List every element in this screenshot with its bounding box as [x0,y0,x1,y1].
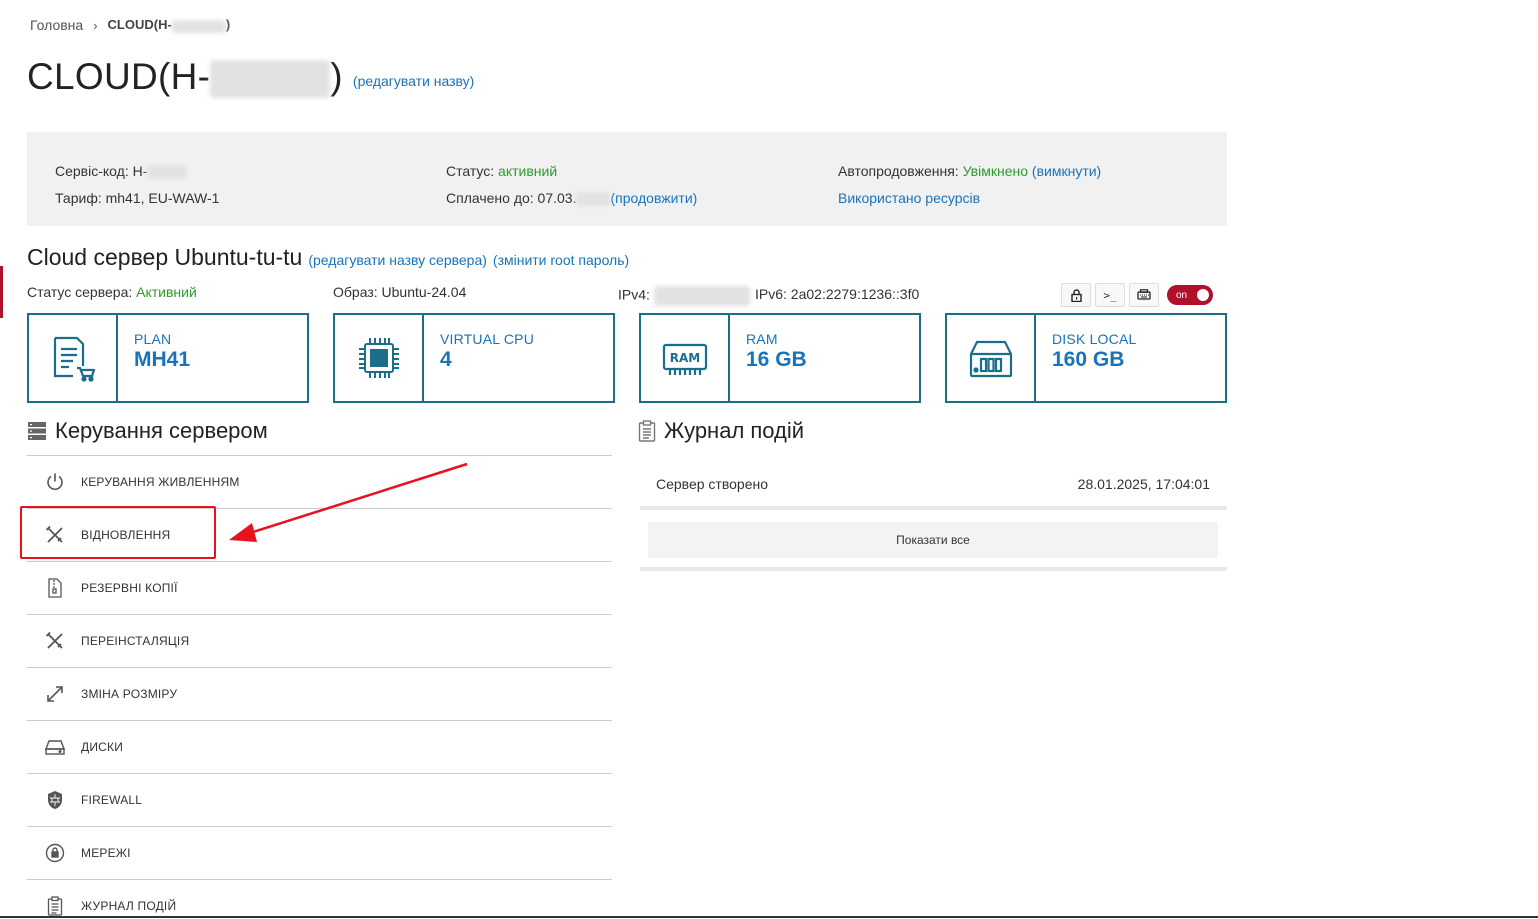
breadcrumb-home[interactable]: Головна [30,17,83,33]
redacted-id [210,60,331,99]
card-label: RAM [746,331,778,347]
menu-label: ЖУРНАЛ ПОДІЙ [81,899,177,913]
card-value: 4 [440,348,452,371]
drive-icon [45,737,65,757]
window-bottom-border [0,916,1538,918]
resource-cards: PLAN MH41 VIRTUAL CPU 4 RAM RAM 16 GB DISK … [27,313,1227,403]
menu-label: ПЕРЕІНСТАЛЯЦІЯ [81,634,190,648]
service-status: Статус: активний [446,163,558,179]
lock-icon [1070,288,1082,302]
card-cpu: VIRTUAL CPU 4 [333,313,615,403]
menu-resize[interactable]: ЗМІНА РОЗМІРУ [27,668,612,721]
ipv4: IPv4: [618,286,750,306]
card-value: 160 GB [1052,348,1125,371]
menu-label: FIREWALL [81,793,143,807]
server-image: Образ: Ubuntu-24.04 [333,284,467,300]
cpu-icon [335,315,424,401]
plan-icon [29,315,118,401]
menu-label: КЕРУВАННЯ ЖИВЛЕННЯМ [81,475,240,489]
server-title: Cloud сервер Ubuntu-tu-tu (редагувати на… [27,244,629,271]
divider [640,567,1227,571]
power-toggle-label: on [1176,289,1188,301]
service-info-panel: Сервіс-код: H- Тариф: mh41, EU-WAW-1 Ста… [27,132,1227,226]
menu-label: ДИСКИ [81,740,124,754]
chevron-right-icon: › [93,17,98,33]
event-row: Сервер створено 28.01.2025, 17:04:01 [640,462,1227,510]
change-root-password-link[interactable]: (змінити root пароль) [493,252,629,268]
menu-reinstall[interactable]: ПЕРЕІНСТАЛЯЦІЯ [27,615,612,668]
clipboard-icon [45,896,65,916]
card-value: 16 GB [746,348,807,371]
disable-autorenew-link[interactable]: (вимкнути) [1032,163,1101,179]
redacted-id [147,165,188,180]
resize-icon [45,684,65,704]
service-code: Сервіс-код: H- [55,158,219,185]
page-title-text: CLOUD(H-) [27,56,343,99]
power-toggle[interactable]: on [1167,285,1213,305]
tools-icon [45,631,65,651]
redacted-id [171,19,226,33]
console-button[interactable]: >_ [1095,283,1125,307]
service-info-col-2: Статус: активний Сплачено до: 07.03. (про… [446,158,697,212]
breadcrumb-current: CLOUD(H-) [107,17,231,33]
shield-icon [45,790,65,810]
left-accent-bar [0,266,3,318]
ipv6: IPv6: 2a02:2279:1236::3f0 [755,286,920,302]
tariff: Тариф: mh41, EU-WAW-1 [55,190,220,206]
menu-label: МЕРЕЖІ [81,846,131,860]
events-title: Журнал подій [664,418,805,443]
autorenew: Автопродовження: Увімкнено (вимкнути) [838,163,1102,179]
management-title: Керування сервером [55,418,268,443]
server-status: Статус сервера: Активний [27,284,197,300]
server-tools: >_ on [1061,283,1213,307]
annotation-highlight-box [20,506,216,559]
menu-disks[interactable]: ДИСКИ [27,721,612,774]
card-label: DISK LOCAL [1052,331,1137,347]
card-value: MH41 [134,348,191,371]
server-name: Cloud сервер Ubuntu-tu-tu [27,244,303,270]
vnc-icon [1137,289,1151,300]
menu-backups[interactable]: РЕЗЕРВНІ КОПІЇ [27,562,612,615]
toggle-knob [1197,289,1209,301]
menu-firewall[interactable]: FIREWALL [27,774,612,827]
card-ram: RAM RAM 16 GB [639,313,921,403]
lock-button[interactable] [1061,283,1091,307]
show-all-button[interactable]: Показати все [648,522,1218,558]
network-icon [45,843,65,863]
card-plan: PLAN MH41 [27,313,309,403]
menu-label: РЕЗЕРВНІ КОПІЇ [81,581,178,595]
event-date: 28.01.2025, 17:04:01 [1077,476,1210,492]
card-disk: DISK LOCAL 160 GB [945,313,1227,403]
breadcrumb: Головна › CLOUD(H-) [30,17,230,33]
service-info-col-1: Сервіс-код: H- Тариф: mh41, EU-WAW-1 [55,158,219,212]
card-label: VIRTUAL CPU [440,331,534,347]
terminal-icon: >_ [1103,288,1117,302]
menu-event-log[interactable]: ЖУРНАЛ ПОДІЙ [27,880,612,919]
redacted-ip [653,286,750,306]
extend-link[interactable]: (продовжити) [610,190,697,206]
archive-icon [45,578,65,598]
vnc-button[interactable] [1129,283,1159,307]
events-header: Журнал подій [638,418,804,444]
edit-name-link[interactable]: (редагувати назву) [353,73,474,89]
clipboard-icon [638,420,656,442]
power-icon [45,472,65,492]
menu-label: ЗМІНА РОЗМІРУ [81,687,178,701]
edit-server-name-link[interactable]: (редагувати назву сервера) [308,252,487,268]
page-title: CLOUD(H-) (редагувати назву) [27,56,474,99]
disk-icon [947,315,1036,401]
server-stack-icon [28,422,46,440]
service-info-col-3: Автопродовження: Увімкнено (вимкнути) Ви… [838,158,1101,212]
card-label: PLAN [134,331,172,347]
management-header: Керування сервером [27,418,268,444]
event-text: Сервер створено [656,476,768,492]
ram-icon-text: RAM [669,351,699,365]
menu-networks[interactable]: МЕРЕЖІ [27,827,612,880]
paid-until: Сплачено до: 07.03. (продовжити) [446,190,698,207]
redacted-year [576,192,611,207]
ram-icon: RAM [641,315,730,401]
menu-power[interactable]: КЕРУВАННЯ ЖИВЛЕННЯМ [27,456,612,509]
resources-link[interactable]: Використано ресурсів [838,190,980,206]
